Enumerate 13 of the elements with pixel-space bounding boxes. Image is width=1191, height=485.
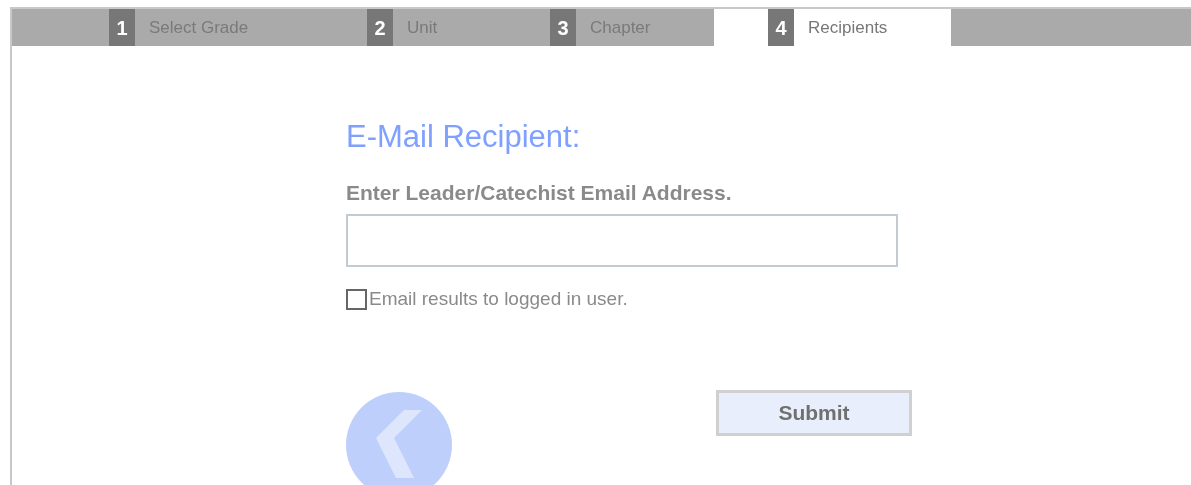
chevron-left-icon <box>374 409 424 480</box>
step-number: 1 <box>109 9 135 46</box>
checkbox[interactable] <box>346 289 367 310</box>
submit-button[interactable]: Submit <box>716 389 912 436</box>
step-number: 2 <box>367 9 393 46</box>
step-number: 3 <box>550 9 576 46</box>
checkbox-label: Email results to logged in user. <box>369 287 628 312</box>
step-label: Recipients <box>808 16 888 39</box>
step-number: 4 <box>768 9 794 46</box>
section-heading: E-Mail Recipient: <box>346 118 582 156</box>
step-tab[interactable]: 4 Recipients <box>714 9 951 46</box>
field-label: Enter Leader/Catechist Email Address. <box>346 179 733 206</box>
email-input-field[interactable] <box>346 214 898 268</box>
